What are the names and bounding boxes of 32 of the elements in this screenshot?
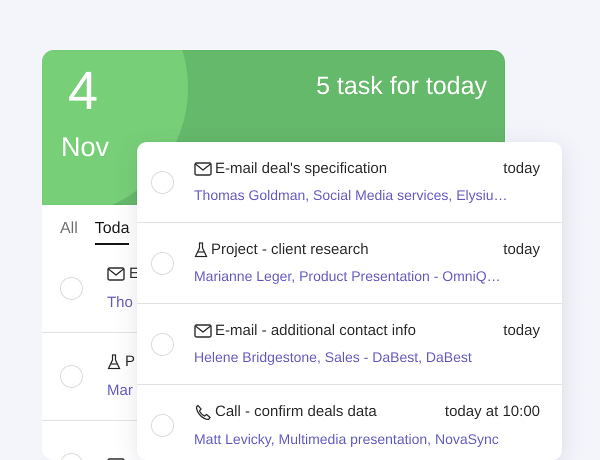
due-time: today at 10:00 (444, 402, 540, 422)
task-title: Call - confirm deals data (215, 402, 377, 422)
due-time: today (503, 158, 540, 179)
filter-tab[interactable]: All (60, 221, 78, 245)
task-title: E-mail deal's specification (215, 158, 388, 179)
due-time: today (503, 320, 540, 341)
month-label: Nov (61, 134, 110, 161)
task-checkbox[interactable] (151, 252, 174, 274)
contacts-text: Mar (107, 380, 134, 400)
contacts-text: Thomas Goldman, Social Media services, Elysiu… (194, 186, 509, 206)
flask-icon (194, 242, 208, 258)
envelope-icon (194, 324, 212, 338)
task-checkbox[interactable] (151, 414, 174, 437)
task-title: P (125, 352, 136, 372)
phone-icon (194, 404, 212, 422)
contacts-text: Matt Levicky, Multimedia presentation, NovaSync (194, 430, 500, 449)
contacts-text: Helene Bridgestone, Sales - DaBest, DaBest (194, 348, 473, 368)
task-summary: 5 task for today (316, 74, 487, 99)
contacts-text: Marianne Leger, Product Presentation - OmniQ… (194, 267, 502, 286)
envelope-icon (107, 267, 125, 282)
due-time: today (503, 240, 540, 260)
task-checkbox[interactable] (151, 170, 174, 194)
envelope-icon (194, 162, 212, 176)
task-checkbox[interactable] (151, 332, 174, 356)
task-checkbox[interactable] (60, 277, 83, 300)
filter-tab[interactable]: Toda (94, 221, 130, 245)
contacts-text: Tho (107, 292, 134, 312)
flask-icon (107, 354, 121, 370)
task-title: Project - client research (211, 240, 369, 260)
day-number: 4 (68, 64, 98, 118)
task-title: E-mail - additional contact info (215, 320, 416, 341)
task-checkbox[interactable] (60, 365, 83, 388)
